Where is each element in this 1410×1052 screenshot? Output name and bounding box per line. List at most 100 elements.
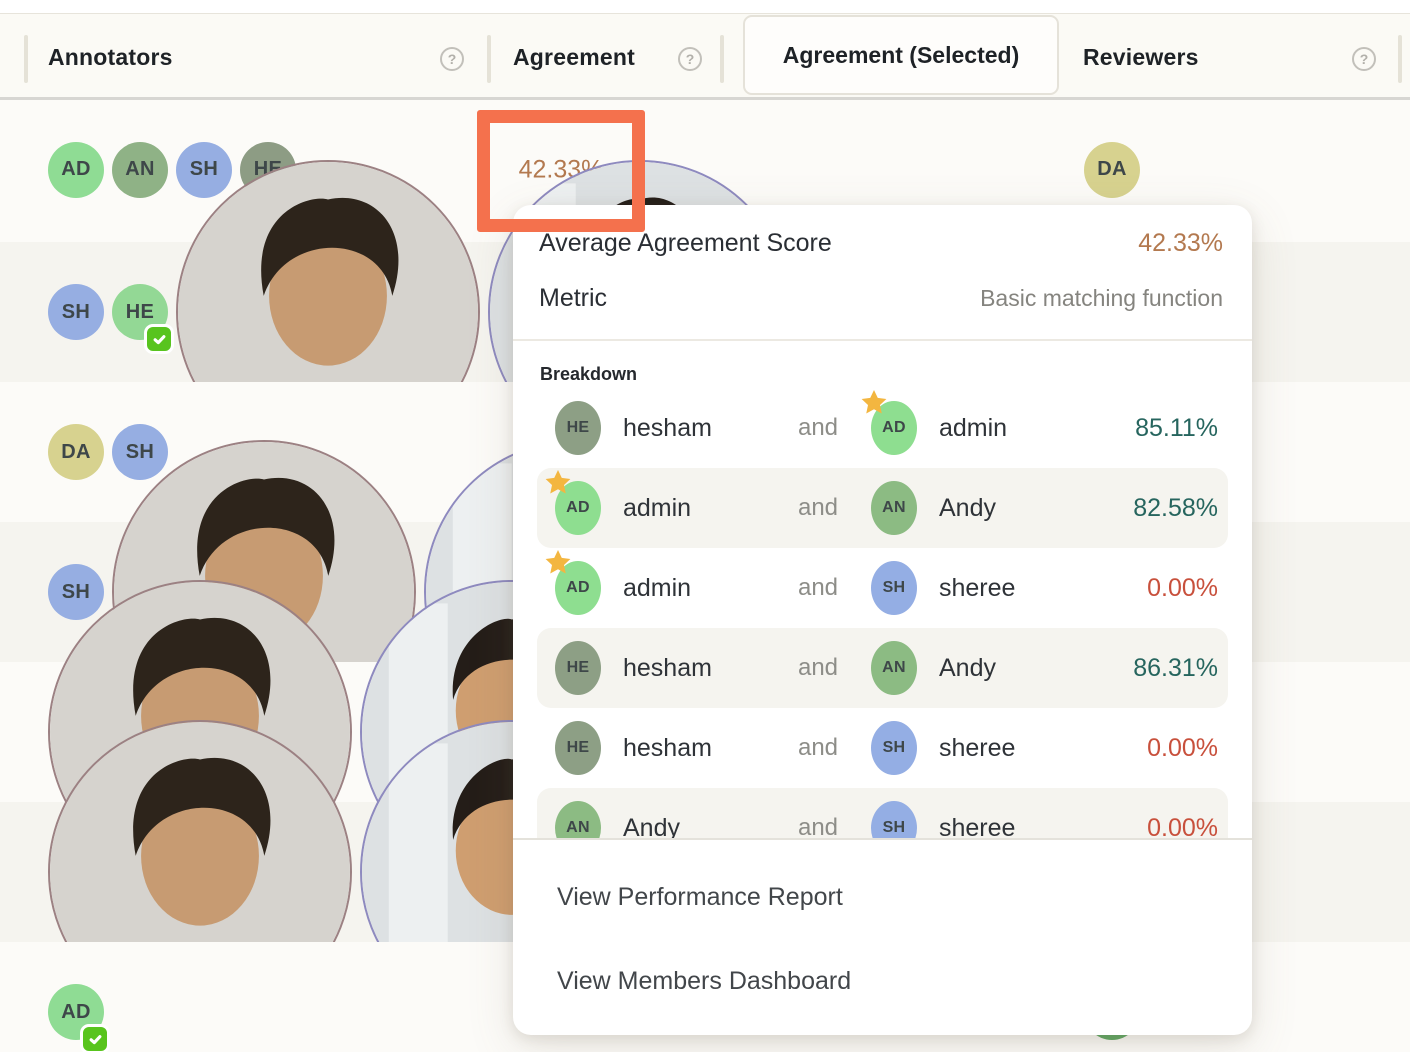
column-divider [24, 35, 28, 83]
avatar[interactable]: AD [48, 984, 104, 1040]
pair-name-b: sheree [939, 574, 1081, 603]
breakdown-row[interactable]: AD admin and SH sheree 0.00% [537, 548, 1228, 628]
pair-name-a: hesham [623, 734, 765, 763]
annotators-column-header: Annotators [48, 44, 173, 71]
avatar[interactable]: HE [555, 721, 601, 775]
help-icon[interactable]: ? [440, 47, 464, 71]
pair-avatar-a: HE [555, 401, 601, 455]
pair-and-text: and [765, 654, 871, 682]
pair-name-b: admin [939, 414, 1081, 443]
avatar-initials: AD [566, 499, 590, 517]
pair-avatar-b: AD [871, 401, 917, 455]
avatar[interactable]: SH [871, 801, 917, 838]
avatar[interactable]: AN [871, 481, 917, 535]
pair-avatar-b: SH [871, 721, 917, 775]
help-icon[interactable]: ? [678, 47, 702, 71]
breakdown-row[interactable]: HE hesham and AD admin 85.11% [537, 388, 1228, 468]
avatar-initials: AD [566, 579, 590, 597]
average-score-label: Average Agreement Score [539, 229, 832, 258]
star-icon [859, 388, 889, 418]
avatar[interactable]: AD [555, 481, 601, 535]
column-divider [1398, 35, 1402, 83]
agreement-column-header: Agreement [513, 44, 635, 71]
pair-and-text: and [765, 814, 871, 838]
pair-score: 0.00% [1081, 734, 1218, 763]
breakdown-row[interactable]: AN Andy and SH sheree 0.00% [537, 788, 1228, 838]
popover-divider [513, 838, 1252, 840]
pair-name-a: hesham [623, 414, 765, 443]
pair-avatar-a: AD [555, 481, 601, 535]
pair-name-b: Andy [939, 654, 1081, 683]
table-header: Annotators ? Agreement ? Agreement (Sele… [0, 14, 1410, 100]
star-icon [543, 468, 573, 498]
avatar[interactable]: SH [48, 284, 104, 340]
agreement-popover: Average Agreement Score 42.33% Metric Ba… [513, 205, 1252, 1035]
help-icon[interactable]: ? [1352, 47, 1376, 71]
agreement-selected-tab[interactable]: Agreement (Selected) [743, 15, 1059, 95]
avatar[interactable]: SH [871, 561, 917, 615]
verified-check-icon [80, 1024, 110, 1052]
pair-and-text: and [765, 734, 871, 762]
star-icon [543, 548, 573, 578]
average-score-row: Average Agreement Score 42.33% [539, 229, 1223, 258]
avatar-initials: HE [567, 419, 590, 437]
avatar-initials: HE [126, 301, 154, 324]
annotator-avatars: AD [48, 984, 104, 1040]
pair-name-b: Andy [939, 494, 1081, 523]
pair-score: 85.11% [1081, 414, 1218, 443]
avatar-initials: SH [883, 739, 906, 757]
popover-divider [513, 339, 1252, 341]
pair-score: 0.00% [1081, 574, 1218, 603]
avatar-initials: DA [1097, 158, 1127, 181]
pair-avatar-a: AD [555, 561, 601, 615]
avatar[interactable]: AN [555, 801, 601, 838]
view-members-dashboard-link[interactable]: View Members Dashboard [557, 967, 851, 996]
avatar[interactable]: HE [555, 401, 601, 455]
breakdown-row[interactable]: HE hesham and AN Andy 86.31% [537, 628, 1228, 708]
avatar-initials: HE [567, 659, 590, 677]
avatar-initials: AD [882, 419, 906, 437]
pair-name-b: sheree [939, 814, 1081, 839]
breakdown-row[interactable]: HE hesham and SH sheree 0.00% [537, 708, 1228, 788]
avatar[interactable]: HE [555, 641, 601, 695]
avatar[interactable]: AD [871, 401, 917, 455]
avatar[interactable]: DA [1084, 142, 1140, 198]
pair-avatar-b: SH [871, 801, 917, 838]
avatar-initials: SH [62, 301, 90, 324]
view-performance-report-link[interactable]: View Performance Report [557, 883, 843, 912]
avatar[interactable]: AD [555, 561, 601, 615]
breakdown-list: HE hesham and AD admin 85.11% AD admin a… [537, 388, 1228, 838]
pair-name-b: sheree [939, 734, 1081, 763]
reviewer-avatars: DA [1084, 142, 1140, 198]
pair-avatar-b: AN [871, 641, 917, 695]
agreement-table-page: Annotators ? Agreement ? Agreement (Sele… [0, 0, 1410, 1052]
pair-score: 0.00% [1081, 814, 1218, 839]
avatar-initials: AN [882, 659, 906, 677]
pair-name-a: Andy [623, 814, 765, 839]
avatar[interactable]: HE [112, 284, 168, 340]
pair-and-text: and [765, 414, 871, 442]
metric-row: Metric Basic matching function [539, 284, 1223, 313]
pair-score: 86.31% [1081, 654, 1218, 683]
avatar-initials: SH [883, 579, 906, 597]
verified-check-icon [144, 324, 174, 354]
avatar-initials: AN [882, 499, 906, 517]
column-divider [720, 35, 724, 83]
average-score-value: 42.33% [1138, 229, 1223, 258]
pair-avatar-a: HE [555, 721, 601, 775]
pair-avatar-b: SH [871, 561, 917, 615]
pair-name-a: admin [623, 574, 765, 603]
avatar[interactable]: AN [871, 641, 917, 695]
pair-avatar-b: AN [871, 481, 917, 535]
avatar-initials: SH [883, 819, 906, 837]
breakdown-label: Breakdown [540, 364, 637, 385]
avatar[interactable]: SH [871, 721, 917, 775]
breakdown-row[interactable]: AD admin and AN Andy 82.58% [537, 468, 1228, 548]
avatar-initials: AN [566, 819, 590, 837]
pair-avatar-a: AN [555, 801, 601, 838]
pair-and-text: and [765, 574, 871, 602]
avatar-initials: AD [61, 1001, 91, 1024]
pair-name-a: hesham [623, 654, 765, 683]
metric-label: Metric [539, 284, 607, 313]
top-strip [0, 0, 1410, 14]
